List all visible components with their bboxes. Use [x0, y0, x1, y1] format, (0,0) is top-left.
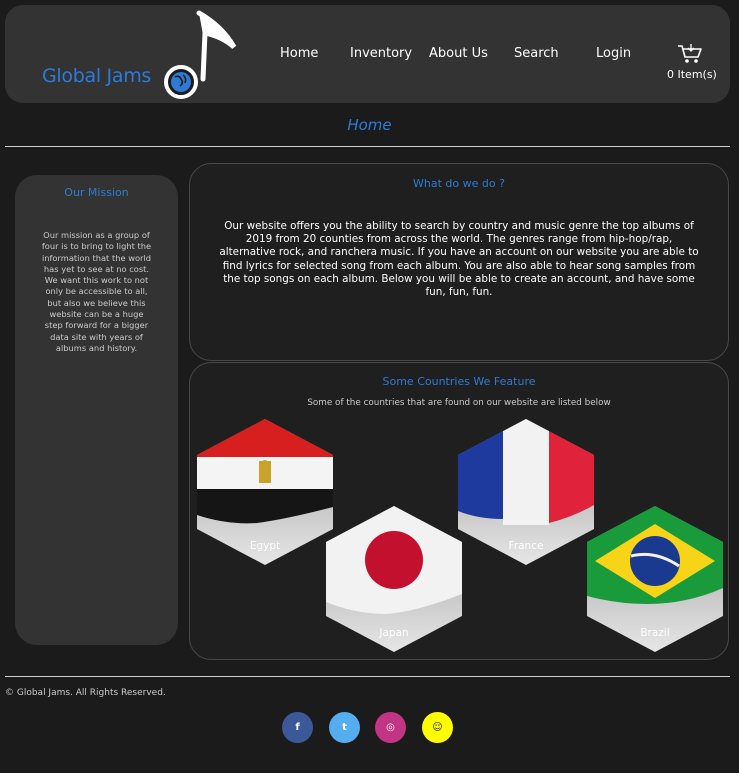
country-card-egypt[interactable]: Egypt	[197, 419, 333, 565]
country-card-brazil[interactable]: Brazil	[587, 506, 723, 652]
nav-search[interactable]: Search	[514, 46, 559, 61]
mission-text: Our mission as a group of four is to bri…	[41, 230, 152, 353]
country-label-brazil: Brazil	[640, 627, 670, 639]
copyright-text: © Global Jams. All Rights Reserved.	[5, 688, 166, 698]
cart-count[interactable]: 0 Item(s)	[667, 68, 717, 81]
countries-title: Some Countries We Feature	[382, 375, 536, 388]
nav-about-us[interactable]: About Us	[429, 46, 488, 61]
instagram-icon[interactable]: ◎	[375, 712, 406, 743]
music-note-logo-icon[interactable]	[155, 9, 240, 101]
country-card-france[interactable]: France	[458, 419, 594, 565]
nav-login[interactable]: Login	[596, 46, 631, 61]
nav-inventory[interactable]: Inventory	[350, 46, 412, 61]
facebook-glyph: f	[295, 722, 300, 733]
site-header: Global Jams Home Inventory About Us Sear…	[5, 5, 730, 103]
footer-divider	[5, 676, 730, 677]
facebook-icon[interactable]: f	[282, 712, 313, 743]
twitter-glyph: t	[342, 722, 347, 733]
cart-icon[interactable]	[677, 43, 703, 65]
snapchat-icon[interactable]: ☺	[422, 712, 453, 743]
logo-text[interactable]: Global Jams	[42, 65, 151, 87]
what-we-do-panel: What do we do ? Our website offers you t…	[189, 163, 729, 361]
country-label-japan: Japan	[379, 627, 409, 639]
what-we-do-text: Our website offers you the ability to se…	[219, 220, 699, 299]
country-card-japan[interactable]: Japan	[326, 506, 462, 652]
country-label-egypt: Egypt	[249, 540, 281, 552]
nav-home[interactable]: Home	[280, 46, 318, 61]
instagram-glyph: ◎	[386, 722, 395, 733]
mission-title: Our Mission	[64, 186, 129, 199]
twitter-icon[interactable]: t	[329, 712, 360, 743]
country-label-france: France	[508, 540, 544, 552]
mission-panel: Our Mission Our mission as a group of fo…	[15, 175, 178, 645]
page-title: Home	[347, 116, 392, 134]
snapchat-glyph: ☺	[432, 722, 443, 733]
countries-subtitle: Some of the countries that are found on …	[307, 398, 611, 408]
divider	[5, 146, 730, 147]
what-we-do-title: What do we do ?	[413, 177, 505, 190]
